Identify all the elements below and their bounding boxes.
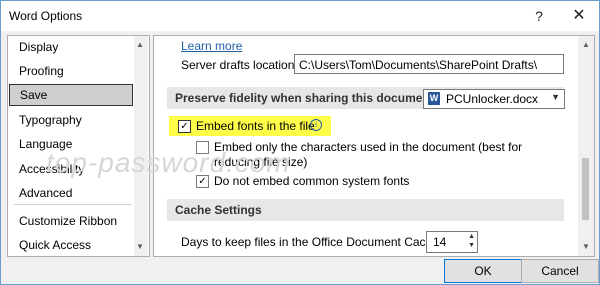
scroll-down-icon[interactable]: ▼ bbox=[582, 242, 590, 251]
panel-scroll-thumb[interactable] bbox=[582, 158, 589, 220]
embed-only-characters-label: Embed only the characters used in the do… bbox=[214, 140, 523, 169]
word-document-icon: W bbox=[428, 92, 440, 105]
word-options-dialog: Word Options ? ✕ Display Proofing Save T… bbox=[0, 0, 600, 285]
document-select-value: PCUnlocker.docx bbox=[446, 92, 539, 106]
nav-item-typography[interactable]: Typography bbox=[9, 109, 133, 131]
title-bar: Word Options ? ✕ bbox=[1, 1, 599, 31]
close-button[interactable]: ✕ bbox=[565, 4, 593, 28]
cache-settings-heading: Cache Settings bbox=[175, 203, 262, 217]
learn-more-link[interactable]: Learn more bbox=[181, 39, 242, 53]
cache-settings-section: Cache Settings bbox=[167, 199, 564, 221]
server-drafts-input[interactable]: C:\Users\Tom\Documents\SharePoint Drafts… bbox=[294, 54, 564, 74]
help-button[interactable]: ? bbox=[525, 4, 553, 28]
do-not-embed-common-label: Do not embed common system fonts bbox=[214, 174, 410, 188]
document-select[interactable]: W PCUnlocker.docx ▼ bbox=[423, 89, 565, 109]
chevron-down-icon[interactable]: ▼ bbox=[551, 92, 560, 102]
nav-item-advanced[interactable]: Advanced bbox=[9, 182, 133, 204]
spin-up-icon[interactable]: ▲ bbox=[468, 233, 475, 240]
nav-item-language[interactable]: Language bbox=[9, 133, 133, 155]
embed-fonts-checkbox[interactable]: ✓ bbox=[178, 120, 191, 133]
scroll-down-icon[interactable]: ▼ bbox=[136, 242, 144, 251]
info-icon[interactable]: i bbox=[310, 119, 322, 131]
nav-item-proofing[interactable]: Proofing bbox=[9, 60, 133, 82]
nav-divider bbox=[14, 204, 132, 205]
days-to-keep-label: Days to keep files in the Office Documen… bbox=[181, 235, 443, 249]
nav-item-save[interactable]: Save bbox=[9, 84, 133, 106]
days-to-keep-value: 14 bbox=[433, 235, 447, 249]
ok-button[interactable]: OK bbox=[444, 259, 522, 283]
embed-fonts-label: Embed fonts in the file bbox=[196, 119, 315, 133]
window-title: Word Options bbox=[9, 9, 83, 23]
days-to-keep-stepper[interactable]: 14 ▲ ▼ bbox=[426, 231, 478, 253]
options-nav-list: Display Proofing Save Typography Languag… bbox=[7, 35, 150, 257]
server-drafts-label: Server drafts location: bbox=[181, 58, 298, 72]
nav-item-display[interactable]: Display bbox=[9, 36, 133, 58]
preserve-fidelity-section: Preserve fidelity when sharing this docu… bbox=[167, 87, 565, 109]
spin-down-icon[interactable]: ▼ bbox=[468, 242, 475, 249]
panel-scrollbar[interactable]: ▲ ▼ bbox=[578, 36, 594, 256]
nav-item-accessibility[interactable]: Accessibility bbox=[9, 158, 133, 180]
nav-item-quick-access-toolbar[interactable]: Quick Access Toolbar bbox=[9, 234, 133, 256]
scroll-up-icon[interactable]: ▲ bbox=[136, 40, 144, 49]
cancel-button[interactable]: Cancel bbox=[521, 259, 599, 283]
scroll-up-icon[interactable]: ▲ bbox=[582, 40, 590, 49]
nav-scrollbar[interactable]: ▲ ▼ bbox=[134, 36, 148, 256]
embed-only-characters-checkbox[interactable] bbox=[196, 141, 209, 154]
do-not-embed-common-checkbox[interactable]: ✓ bbox=[196, 175, 209, 188]
preserve-fidelity-heading: Preserve fidelity when sharing this docu… bbox=[175, 91, 438, 105]
nav-item-customize-ribbon[interactable]: Customize Ribbon bbox=[9, 210, 133, 232]
save-options-panel: Learn more Server drafts location: C:\Us… bbox=[153, 35, 595, 257]
